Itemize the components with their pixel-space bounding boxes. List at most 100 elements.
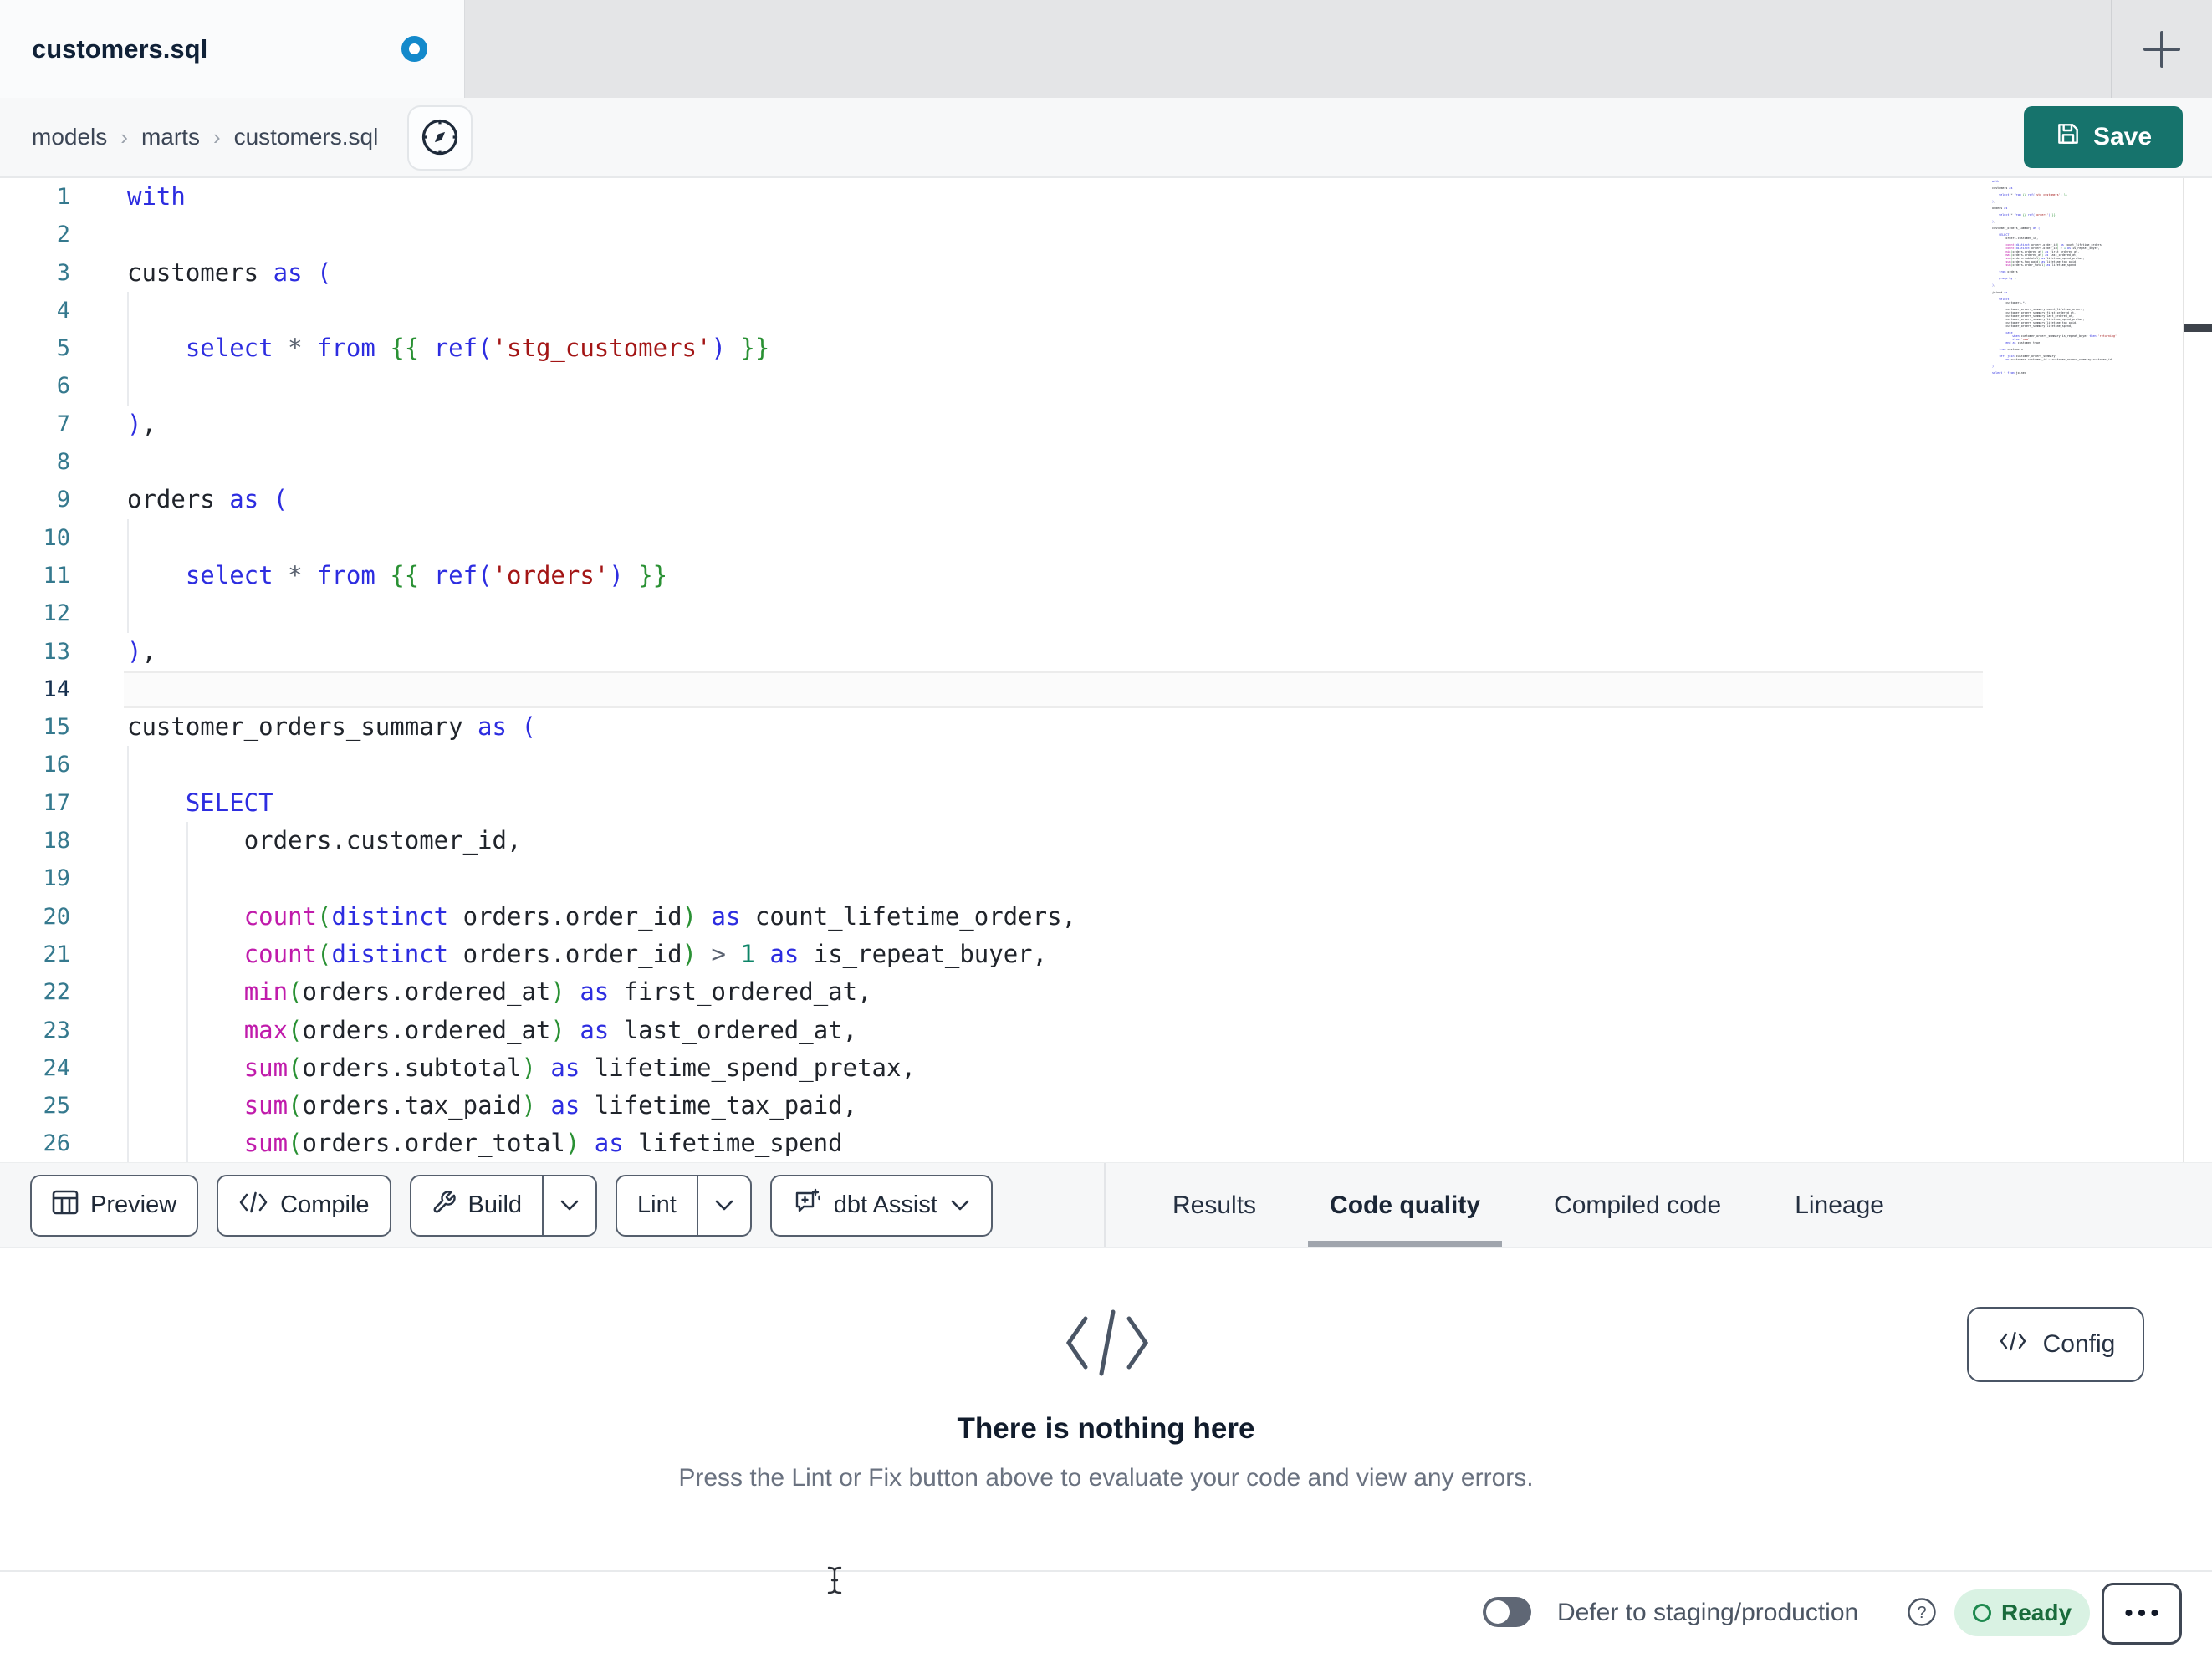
save-button[interactable]: Save — [2024, 106, 2183, 168]
chevron-down-icon — [559, 1191, 580, 1219]
explore-lineage-button[interactable] — [407, 105, 473, 171]
code-line[interactable]: 26 sum(orders.order_total) as lifetime_s… — [0, 1125, 2212, 1163]
code-line[interactable]: 18 orders.customer_id, — [0, 822, 2212, 860]
code-line[interactable]: 17 SELECT — [0, 783, 2212, 823]
code-line[interactable]: 3 customers as ( — [0, 254, 2212, 292]
code-text: customers as ( — [127, 258, 332, 287]
code-editor[interactable]: 1 with 2 3 customers as ( 4 5 select * from {{… — [0, 178, 2212, 1163]
line-number: 17 — [43, 789, 70, 816]
code-text: sum(orders.order_total) as lifetime_spen… — [243, 1129, 843, 1158]
indent-guide — [127, 518, 129, 557]
indent-guide — [127, 367, 129, 406]
line-number: 21 — [43, 941, 70, 967]
code-line[interactable]: 16 — [0, 746, 2212, 784]
breadcrumb-bar: models › marts › customers.sql Save — [0, 98, 2212, 178]
code-line[interactable]: 25 sum(orders.tax_paid) as lifetime_tax_… — [0, 1087, 2212, 1125]
code-text: sum(orders.subtotal) as lifetime_spend_p… — [243, 1053, 916, 1082]
code-line[interactable]: 19 — [0, 860, 2212, 898]
panel-tabs: Results Code quality Compiled code Lineage — [1136, 1163, 1921, 1247]
code-line[interactable]: 22 min(orders.ordered_at) as first_order… — [0, 973, 2212, 1012]
ready-status-badge[interactable]: Ready — [1954, 1589, 2090, 1636]
line-number: 1 — [56, 184, 70, 210]
toggle-knob — [1486, 1600, 1510, 1624]
editor-toolbar: Preview Compile Build Lint dbt Assist Result… — [0, 1162, 2212, 1248]
breadcrumb-item-file: customers.sql — [233, 124, 379, 150]
line-number: 13 — [43, 638, 70, 665]
line-number: 19 — [43, 865, 70, 892]
dbt-assist-button[interactable]: dbt Assist — [769, 1174, 993, 1237]
code-text: orders.customer_id, — [243, 826, 522, 855]
breadcrumb-separator: › — [212, 124, 221, 150]
code-line[interactable]: 13), — [0, 633, 2212, 671]
question-circle-icon[interactable]: ? — [1906, 1596, 1938, 1632]
code-line[interactable]: 1 with — [0, 178, 2212, 216]
code-text: count(distinct orders.order_id) as count… — [243, 901, 1076, 931]
code-line[interactable]: 10 — [0, 518, 2212, 557]
tab-lineage[interactable]: Lineage — [1758, 1163, 1921, 1247]
code-line[interactable]: 12 — [0, 594, 2212, 633]
lint-button[interactable]: Lint — [616, 1174, 752, 1237]
table-icon — [52, 1190, 79, 1222]
ellipsis-icon: ••• — [2124, 1599, 2163, 1627]
code-line[interactable]: 4 — [0, 291, 2212, 330]
code-quality-panel: Config There is nothing here Press the L… — [0, 1248, 2212, 1570]
code-text: SELECT — [185, 788, 273, 817]
code-text: ), — [127, 409, 156, 438]
breadcrumb-item-marts[interactable]: marts — [141, 124, 200, 151]
status-ring-icon — [1972, 1604, 1991, 1622]
code-line[interactable]: 20 count(distinct orders.order_id) as co… — [0, 897, 2212, 936]
toolbar-buttons: Preview Compile Build Lint dbt Assist — [30, 1163, 993, 1247]
code-line[interactable]: 15 customer_orders_summary as ( — [0, 708, 2212, 746]
preview-button[interactable]: Preview — [30, 1174, 199, 1237]
code-icon — [238, 1191, 268, 1220]
text-ibeam-cursor-icon — [824, 1565, 845, 1599]
code-line[interactable]: 5 select * from {{ ref('stg_customers') … — [0, 329, 2212, 368]
code-line[interactable]: 8 — [0, 443, 2212, 481]
build-button[interactable]: Build — [409, 1174, 598, 1237]
code-line[interactable]: 14 — [0, 670, 2212, 709]
defer-toggle[interactable] — [1483, 1597, 1531, 1627]
line-number: 18 — [43, 828, 70, 855]
breadcrumb-item-models[interactable]: models — [32, 124, 107, 151]
preview-label: Preview — [90, 1191, 177, 1218]
dbt-assist-label: dbt Assist — [833, 1191, 937, 1218]
lint-label: Lint — [637, 1191, 677, 1218]
lint-dropdown[interactable] — [698, 1176, 750, 1235]
file-tab[interactable]: customers.sql — [0, 0, 465, 98]
config-button[interactable]: Config — [1967, 1307, 2144, 1382]
indent-guide — [186, 860, 188, 898]
code-line[interactable]: 6 — [0, 367, 2212, 406]
indent-guide — [127, 594, 129, 633]
indent-guide — [127, 860, 129, 898]
line-number: 2 — [56, 222, 70, 248]
file-tab-title: customers.sql — [32, 34, 208, 64]
code-line[interactable]: 2 — [0, 216, 2212, 253]
line-number: 9 — [56, 487, 70, 513]
code-line[interactable]: 21 count(distinct orders.order_id) > 1 a… — [0, 935, 2212, 974]
wrench-icon — [432, 1190, 457, 1222]
code-text: max(orders.ordered_at) as last_ordered_a… — [243, 1015, 858, 1044]
toolbar-divider — [1104, 1163, 1106, 1247]
line-number: 26 — [43, 1130, 70, 1157]
code-line[interactable]: 24 sum(orders.subtotal) as lifetime_spen… — [0, 1048, 2212, 1088]
build-dropdown[interactable] — [544, 1176, 595, 1235]
line-number: 4 — [56, 297, 70, 324]
minimap[interactable]: with customers as ( select * from {{ ref… — [1992, 180, 2181, 375]
defer-label: Defer to staging/production — [1557, 1598, 1859, 1626]
overview-ruler-cursor-marker — [2184, 324, 2212, 332]
compile-button[interactable]: Compile — [217, 1174, 391, 1237]
code-rows: 1 with 2 3 customers as ( 4 5 select * from {{… — [0, 178, 2212, 1163]
tab-compiled-code[interactable]: Compiled code — [1517, 1163, 1758, 1247]
compile-label: Compile — [280, 1191, 370, 1218]
status-menu-button[interactable]: ••• — [2102, 1583, 2182, 1645]
new-tab-button[interactable] — [2137, 25, 2187, 75]
code-line[interactable]: 9 orders as ( — [0, 481, 2212, 518]
tab-results[interactable]: Results — [1136, 1163, 1293, 1247]
code-line[interactable]: 11 select * from {{ ref('orders') }} — [0, 556, 2212, 595]
code-line[interactable]: 23 max(orders.ordered_at) as last_ordere… — [0, 1011, 2212, 1049]
status-bar: Defer to staging/production ? Ready ••• — [0, 1570, 2212, 1653]
tab-code-quality[interactable]: Code quality — [1293, 1163, 1517, 1247]
code-line[interactable]: 7), — [0, 406, 2212, 443]
code-icon — [1996, 1330, 2030, 1359]
breadcrumb: models › marts › customers.sql — [32, 98, 378, 176]
